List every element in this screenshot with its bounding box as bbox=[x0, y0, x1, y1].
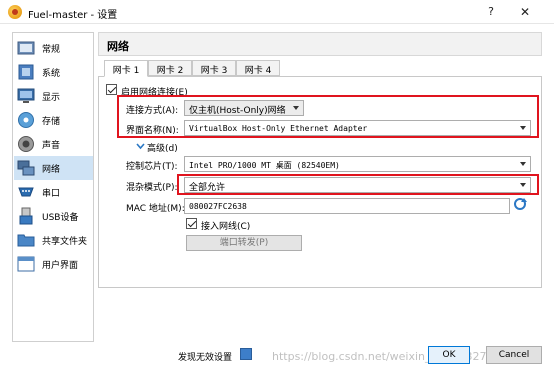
adapter-name-label: 界面名称(N): bbox=[126, 126, 179, 136]
advanced-toggle[interactable]: 高级(d) bbox=[147, 141, 178, 154]
chevron-down-icon bbox=[520, 162, 526, 166]
cancel-button[interactable]: Cancel bbox=[486, 346, 542, 364]
shared-folder-icon bbox=[17, 234, 35, 247]
promiscuous-mode-label: 混杂模式(P): bbox=[126, 183, 178, 193]
promiscuous-mode-select[interactable]: 全部允许 bbox=[184, 177, 531, 193]
invalid-settings-label: 发现无效设置 bbox=[178, 353, 233, 363]
mac-address-value: 080027FC2638 bbox=[189, 202, 247, 211]
warning-icon[interactable] bbox=[240, 348, 252, 360]
attached-to-value: 仅主机(Host-Only)网络 bbox=[189, 106, 286, 116]
serial-port-icon bbox=[18, 187, 34, 197]
title-bar: Fuel-master - 设置 ? ✕ bbox=[0, 0, 554, 24]
tab-label: 网卡 4 bbox=[244, 66, 272, 76]
sidebar-item-label: 串口 bbox=[42, 189, 61, 199]
adapter-type-value: Intel PRO/1000 MT 桌面 (82540EM) bbox=[189, 161, 340, 170]
chevron-down-icon bbox=[520, 126, 526, 130]
tab-adapter-1[interactable]: 网卡 1 bbox=[104, 60, 148, 77]
user-interface-icon bbox=[17, 256, 35, 272]
audio-icon bbox=[18, 136, 34, 152]
sidebar-item-serial-ports[interactable]: 串口 bbox=[14, 180, 93, 204]
sidebar-item-user-interface[interactable]: 用户界面 bbox=[14, 252, 93, 276]
adapter-type-select[interactable]: Intel PRO/1000 MT 桌面 (82540EM) bbox=[184, 156, 531, 172]
sidebar-item-display[interactable]: 显示 bbox=[14, 84, 93, 108]
sidebar-item-usb[interactable]: USB设备 bbox=[14, 204, 93, 228]
settings-sidebar: 常规 系统 显示 存储 声音 网络 串口 USB设备 共享文件夹 用户界面 bbox=[12, 32, 94, 342]
sidebar-item-general[interactable]: 常规 bbox=[14, 36, 93, 60]
tab-label: 网卡 3 bbox=[200, 66, 228, 76]
close-button[interactable]: ✕ bbox=[516, 3, 534, 21]
refresh-mac-icon[interactable] bbox=[514, 198, 527, 210]
display-icon bbox=[17, 88, 35, 103]
sidebar-item-shared-folders[interactable]: 共享文件夹 bbox=[14, 228, 93, 252]
sidebar-item-label: USB设备 bbox=[42, 213, 79, 223]
usb-icon bbox=[19, 207, 33, 225]
sidebar-item-audio[interactable]: 声音 bbox=[14, 132, 93, 156]
chevron-down-icon bbox=[293, 106, 299, 110]
network-icon bbox=[17, 160, 35, 176]
storage-icon bbox=[18, 112, 34, 128]
mac-address-input[interactable]: 080027FC2638 bbox=[184, 198, 510, 214]
chevron-down-icon[interactable] bbox=[136, 142, 145, 151]
sidebar-item-label: 网络 bbox=[42, 165, 61, 175]
sidebar-item-label: 显示 bbox=[42, 93, 61, 103]
adapter-name-value: VirtualBox Host-Only Ethernet Adapter bbox=[189, 124, 368, 133]
ok-button[interactable]: OK bbox=[428, 346, 470, 364]
promiscuous-mode-value: 全部允许 bbox=[189, 183, 226, 193]
panel-header: 网络 bbox=[98, 32, 542, 56]
app-icon bbox=[8, 5, 22, 19]
tab-adapter-2[interactable]: 网卡 2 bbox=[148, 60, 192, 76]
sidebar-item-system[interactable]: 系统 bbox=[14, 60, 93, 84]
sidebar-item-label: 声音 bbox=[42, 141, 61, 151]
tab-adapter-3[interactable]: 网卡 3 bbox=[192, 60, 236, 76]
sidebar-item-storage[interactable]: 存储 bbox=[14, 108, 93, 132]
enable-adapter-checkbox[interactable] bbox=[106, 84, 117, 95]
sidebar-item-label: 常规 bbox=[42, 45, 61, 55]
sidebar-item-label: 共享文件夹 bbox=[42, 237, 88, 247]
tab-label: 网卡 2 bbox=[156, 66, 184, 76]
mac-address-label: MAC 地址(M): bbox=[126, 204, 185, 214]
system-icon bbox=[18, 64, 34, 80]
cable-connected-label: 接入网线(C) bbox=[201, 222, 251, 232]
page-title: 网络 bbox=[107, 40, 129, 53]
cable-connected-checkbox[interactable] bbox=[186, 218, 197, 229]
port-forwarding-button[interactable]: 端口转发(P) bbox=[186, 235, 302, 251]
general-icon bbox=[17, 41, 35, 55]
attached-to-select[interactable]: 仅主机(Host-Only)网络 bbox=[184, 100, 304, 116]
window-title: Fuel-master - 设置 bbox=[28, 10, 118, 21]
chevron-down-icon bbox=[520, 183, 526, 187]
sidebar-item-network[interactable]: 网络 bbox=[14, 156, 93, 180]
tab-label: 网卡 1 bbox=[112, 66, 140, 76]
tab-adapter-4[interactable]: 网卡 4 bbox=[236, 60, 280, 76]
sidebar-item-label: 系统 bbox=[42, 69, 61, 79]
sidebar-item-label: 用户界面 bbox=[42, 261, 79, 271]
attached-to-label: 连接方式(A): bbox=[126, 106, 179, 116]
help-button[interactable]: ? bbox=[482, 3, 500, 21]
adapter-name-select[interactable]: VirtualBox Host-Only Ethernet Adapter bbox=[184, 120, 531, 136]
sidebar-item-label: 存储 bbox=[42, 117, 61, 127]
adapter-type-label: 控制芯片(T): bbox=[126, 162, 178, 172]
